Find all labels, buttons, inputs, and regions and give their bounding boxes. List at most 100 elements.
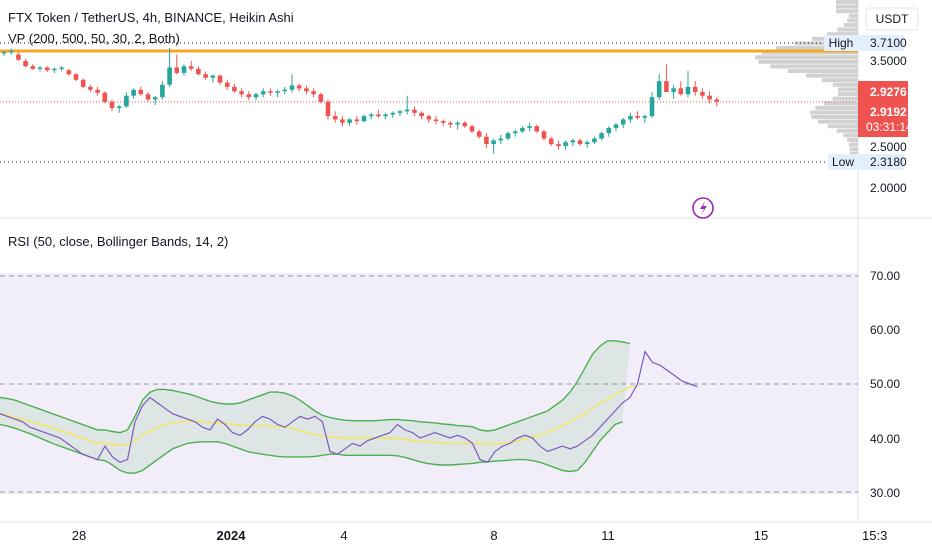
low-tag-label: Low: [832, 155, 854, 169]
candle-body: [484, 136, 489, 145]
rsi-tick-60: 60.00: [870, 323, 900, 337]
candle-body: [30, 66, 36, 69]
time-label-2024: 2024: [217, 528, 247, 543]
candle-body: [181, 66, 187, 73]
volume-profile-bar: [837, 92, 858, 96]
candle-body: [268, 91, 273, 93]
volume-profile-bar: [821, 78, 858, 83]
last-price: 2.9192: [870, 105, 907, 119]
candle-body: [649, 97, 655, 117]
volume-profile-bar: [838, 87, 858, 92]
price-tick-2.5: 2.5000: [870, 140, 907, 154]
candle-body: [714, 99, 720, 102]
volume-profile-bar: [843, 133, 858, 138]
candle-body: [325, 101, 331, 117]
candle-body: [361, 116, 367, 122]
candle-body: [412, 109, 417, 113]
candle-body: [570, 140, 576, 143]
candle-body: [368, 114, 374, 117]
candle-body: [80, 79, 86, 87]
candle-body: [462, 122, 468, 127]
candle-body: [383, 114, 388, 117]
bar-countdown: 03:31:14: [866, 120, 913, 134]
candle-body: [260, 91, 266, 95]
candle-body: [642, 116, 648, 118]
rsi-tick-40: 40.00: [870, 432, 900, 446]
candle-body: [275, 91, 280, 93]
low-value: 2.3180: [870, 155, 907, 169]
candle-body: [332, 116, 338, 120]
candle-body: [577, 140, 583, 145]
volume-profile-bar: [837, 27, 858, 32]
volume-profile-bar: [827, 124, 858, 129]
candle-body: [671, 88, 676, 92]
candle-body: [37, 67, 43, 69]
volume-profile-bar: [836, 4, 858, 9]
candle-body: [217, 75, 223, 83]
volume-profile-bar: [843, 23, 858, 27]
candle-body: [620, 119, 626, 125]
candle-body: [628, 116, 633, 120]
candle-body: [556, 144, 561, 146]
candle-body: [116, 106, 122, 109]
candle-body: [318, 94, 324, 102]
candle-body: [599, 133, 604, 139]
candle-body: [613, 124, 619, 128]
candle-body: [311, 91, 316, 95]
candle-body: [239, 91, 244, 95]
candle-body: [304, 88, 309, 92]
candle-body: [196, 68, 201, 75]
candle-body: [534, 126, 540, 132]
rsi-tick-30: 30.00: [870, 486, 900, 500]
volume-profile-bar: [806, 73, 858, 78]
candle-body: [426, 116, 432, 120]
price-tick-2.0: 2.0000: [870, 181, 907, 195]
candle-body: [224, 82, 230, 87]
rsi-tick-70: 70.00: [870, 269, 900, 283]
candle-body: [203, 74, 208, 78]
volume-profile-label[interactable]: VP (200, 500, 50, 30, 2, Both): [8, 31, 180, 46]
rsi-title[interactable]: RSI (50, close, Bollinger Bands, 14, 2): [8, 234, 228, 249]
candle-body: [685, 86, 691, 95]
volume-profile-bar: [832, 96, 858, 101]
volume-profile-bar: [810, 110, 858, 115]
rsi-tick-50: 50.00: [870, 377, 900, 391]
candle-body: [419, 112, 424, 117]
candle-body: [491, 140, 496, 145]
trading-chart[interactable]: FTX Token / TetherUS, 4h, BINANCE, Heiki…: [0, 0, 932, 550]
bolt-icon[interactable]: [692, 197, 714, 219]
candle-body: [584, 142, 590, 145]
candle-body: [512, 131, 518, 134]
candle-body: [433, 119, 439, 122]
candle-body: [232, 86, 237, 92]
volume-profile-bar: [847, 18, 858, 23]
candle-body: [505, 133, 511, 139]
candle-body: [707, 95, 712, 100]
chart-title[interactable]: FTX Token / TetherUS, 4h, BINANCE, Heiki…: [8, 10, 294, 25]
candle-body: [390, 112, 396, 115]
candle-body: [282, 89, 288, 92]
candle-body: [498, 138, 504, 141]
time-label-28: 28: [72, 528, 86, 543]
candle-body: [606, 127, 612, 134]
candle-body: [88, 86, 93, 90]
candle-body: [692, 86, 698, 92]
high-value: 3.7100: [870, 36, 907, 50]
volume-profile-bar: [787, 69, 858, 73]
volume-profile-bar: [836, 0, 858, 4]
time-label-11: 11: [601, 528, 615, 543]
candle-body: [160, 84, 165, 98]
candle-body: [563, 142, 568, 146]
candle-body: [455, 122, 460, 125]
candle-body: [592, 138, 597, 143]
volume-profile-bar: [847, 138, 858, 142]
candle-body: [548, 138, 554, 145]
time-label-cursor: 15:3: [862, 528, 887, 543]
candle-body: [52, 68, 57, 71]
price-tick-3.5: 3.5000: [870, 54, 907, 68]
candle-body: [152, 97, 158, 100]
candle-body: [635, 116, 640, 118]
volume-profile-bar: [770, 64, 858, 69]
candle-body: [174, 67, 180, 73]
high-tag-label: High: [829, 36, 854, 50]
